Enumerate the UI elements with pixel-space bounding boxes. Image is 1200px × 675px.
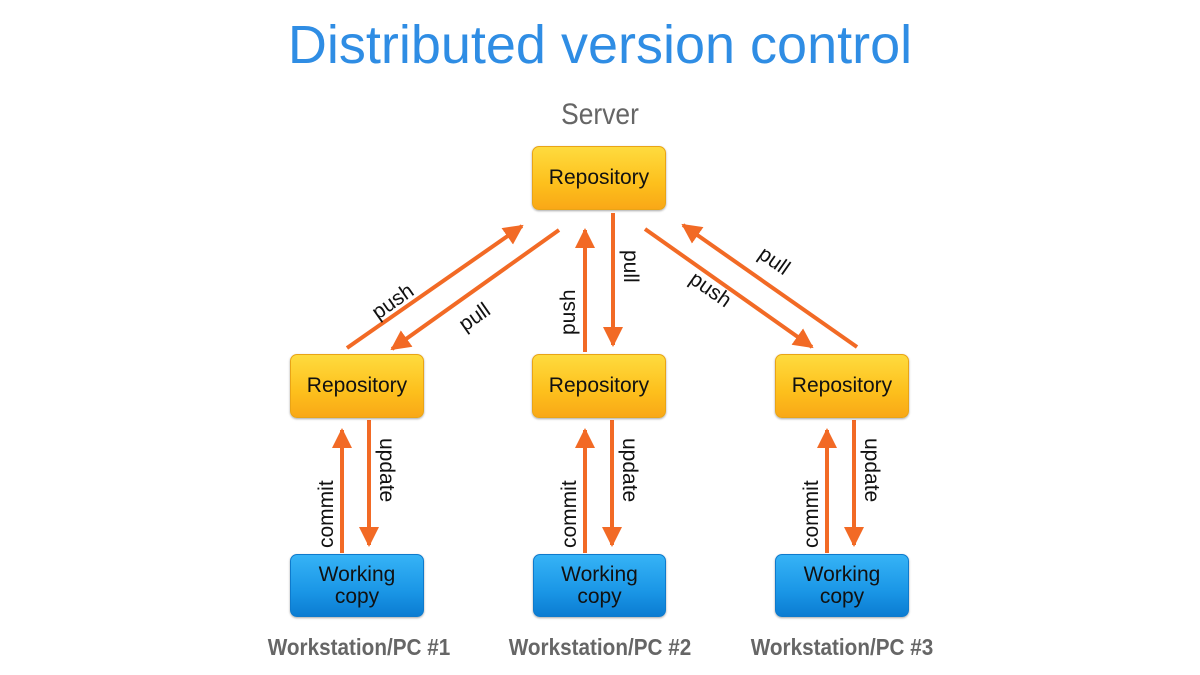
pc3-repository-box[interactable]: Repository bbox=[775, 354, 909, 418]
pc2-label: Workstation/PC #2 bbox=[508, 634, 692, 660]
commit-label-pc1: commit bbox=[315, 480, 338, 548]
pc3-label: Workstation/PC #3 bbox=[750, 634, 934, 660]
push-arrow-pc1 bbox=[345, 224, 524, 350]
pull-label-pc3: pull bbox=[754, 242, 794, 280]
update-label-pc2: update bbox=[618, 438, 641, 502]
pc3-working-copy-box[interactable]: Working copy bbox=[775, 554, 909, 617]
pull-arrow-pc1 bbox=[390, 228, 561, 351]
pc2-repository-box[interactable]: Repository bbox=[532, 354, 666, 418]
pull-label-pc2: pull bbox=[619, 250, 642, 283]
push-label-pc2: push bbox=[557, 289, 580, 335]
pc2-working-copy-line1: Working bbox=[561, 562, 638, 586]
pc3-working-copy-line1: Working bbox=[803, 562, 881, 586]
pc1-working-copy-line2: copy bbox=[334, 584, 380, 608]
pc1-repository-box[interactable]: Repository bbox=[290, 354, 424, 418]
pc3-working-copy-line2: copy bbox=[819, 584, 865, 608]
pc1-working-copy-line1: Working bbox=[318, 562, 396, 586]
update-label-pc1: update bbox=[375, 438, 398, 502]
pc3-repository-label: Repository bbox=[791, 374, 893, 397]
pc1-working-copy-box[interactable]: Working copy bbox=[290, 554, 424, 617]
pc1-repository-label: Repository bbox=[306, 374, 408, 397]
pc2-working-copy-box[interactable]: Working copy bbox=[533, 554, 666, 617]
pull-label-pc1: pull bbox=[455, 298, 495, 336]
commit-label-pc3: commit bbox=[800, 480, 823, 548]
diagram-canvas: Distributed version control Server push … bbox=[0, 0, 1200, 675]
commit-label-pc2: commit bbox=[558, 480, 581, 548]
update-label-pc3: update bbox=[860, 438, 883, 502]
pc2-repository-label: Repository bbox=[548, 374, 650, 397]
pc2-working-copy-line2: copy bbox=[577, 584, 622, 608]
server-repository-box[interactable]: Repository bbox=[532, 146, 666, 210]
pc1-label: Workstation/PC #1 bbox=[267, 634, 451, 660]
server-repository-label: Repository bbox=[548, 166, 650, 189]
